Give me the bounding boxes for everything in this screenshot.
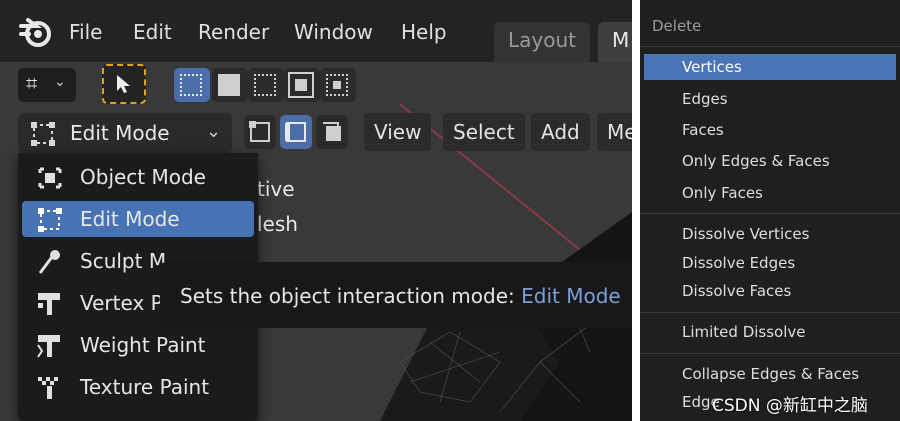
edit-mode-icon [31, 122, 55, 146]
viewport-object-label: lesh [257, 212, 298, 236]
mesh-menu-label: Me [607, 120, 632, 144]
tooltip-description: Sets the object interaction mode: [180, 284, 522, 308]
view-menu-label: View [374, 120, 422, 144]
delete-edges-item[interactable]: Edges [644, 86, 896, 112]
menu-item-label: Vertices [682, 58, 742, 76]
delete-menu: Delete Vertices Edges Faces Only Edges &… [640, 0, 900, 421]
mode-item-label: Sculpt M [80, 249, 167, 273]
menu-item-label: Only Faces [682, 184, 763, 202]
edge-select-icon [285, 122, 306, 142]
add-menu-label: Add [541, 120, 580, 144]
mode-item-label: Object Mode [80, 165, 206, 189]
texture-paint-icon [38, 377, 58, 399]
select-menu-button[interactable]: Select [443, 113, 525, 151]
csdn-watermark: CSDN @新缸中之脑 [712, 396, 868, 416]
chevron-down-icon: ⌄ [206, 121, 222, 142]
sculpt-mode-icon [38, 250, 60, 274]
pivot-icon: ⌗ [26, 71, 38, 95]
menu-edit[interactable]: Edit [133, 20, 172, 44]
select-intersect-icon [326, 74, 348, 96]
mode-dropdown[interactable]: Edit Mode ⌄ [18, 113, 232, 153]
delete-vertices-item[interactable]: Vertices [644, 54, 896, 80]
dissolve-vertices-item[interactable]: Dissolve Vertices [644, 221, 896, 247]
select-invert-button[interactable] [284, 68, 320, 102]
delete-only-faces-item[interactable]: Only Faces [644, 180, 896, 206]
select-menu-label: Select [453, 120, 515, 144]
select-new-icon [180, 74, 202, 96]
menu-item-label: Dissolve Vertices [682, 225, 810, 243]
collapse-edges-faces-item[interactable]: Collapse Edges & Faces [644, 361, 896, 387]
edge-select-button[interactable] [280, 115, 312, 149]
tab-layout[interactable]: Layout [494, 22, 590, 62]
limited-dissolve-item[interactable]: Limited Dissolve [644, 319, 896, 345]
transform-pivot-dropdown[interactable]: ⌗ ⌄ [18, 68, 76, 102]
blender-window: File Edit Render Window Help Layout M ⌗ … [0, 0, 632, 421]
menu-item-label: Only Edges & Faces [682, 152, 830, 170]
object-mode-icon [38, 167, 62, 189]
edit-mode-icon [38, 208, 62, 232]
mode-tooltip: Sets the object interaction mode: Edit M… [160, 262, 632, 328]
menu-render[interactable]: Render [198, 20, 269, 44]
delete-only-edges-faces-item[interactable]: Only Edges & Faces [644, 148, 896, 174]
blender-logo-icon[interactable] [18, 14, 54, 50]
mode-item-edit[interactable]: Edit Mode [22, 201, 254, 237]
menu-separator [640, 353, 900, 354]
select-extend-icon [218, 74, 240, 96]
dissolve-faces-item[interactable]: Dissolve Faces [644, 278, 896, 304]
vertex-select-button[interactable] [244, 115, 276, 149]
mode-item-label: Weight Paint [80, 333, 206, 357]
mesh-menu-button[interactable]: Me [597, 113, 632, 151]
mode-item-label: Texture Paint [80, 375, 210, 399]
menu-separator [640, 46, 900, 47]
cursor-arrow-icon [117, 75, 130, 93]
vertex-select-icon [249, 121, 270, 142]
top-menubar: File Edit Render Window Help Layout M [0, 0, 632, 62]
viewport-perspective-label: tive [257, 177, 295, 201]
tab-layout-label: Layout [508, 28, 576, 52]
mode-item-texture-paint[interactable]: Texture Paint [22, 369, 254, 405]
select-tool-button[interactable] [102, 64, 146, 104]
menu-item-label: Dissolve Edges [682, 254, 796, 272]
tab-modeling[interactable]: M [598, 22, 632, 62]
face-select-button[interactable] [316, 115, 348, 149]
menu-item-label: Limited Dissolve [682, 323, 806, 341]
dissolve-edges-item[interactable]: Dissolve Edges [644, 250, 896, 276]
view-menu-button[interactable]: View [364, 113, 432, 151]
tab-modeling-label: M [612, 28, 630, 52]
select-subtract-icon [254, 74, 276, 96]
menu-window[interactable]: Window [294, 20, 373, 44]
menu-separator [640, 213, 900, 214]
mode-item-label: Vertex P [80, 291, 163, 315]
select-new-button[interactable] [174, 68, 210, 102]
menu-item-label: Faces [682, 121, 724, 139]
tooltip-text: Sets the object interaction mode: Edit M… [180, 284, 621, 308]
mode-item-label: Edit Mode [80, 207, 180, 231]
mode-item-weight-paint[interactable]: Weight Paint [22, 327, 254, 363]
menu-file[interactable]: File [69, 20, 102, 44]
menu-item-label: Edges [682, 90, 728, 108]
add-menu-button[interactable]: Add [531, 113, 590, 151]
select-invert-icon [288, 72, 314, 98]
menu-item-label: Dissolve Faces [682, 282, 792, 300]
menu-separator [640, 312, 900, 313]
chevron-down-icon: ⌄ [54, 74, 66, 90]
tooltip-value: Edit Mode [521, 284, 621, 308]
select-extend-button[interactable] [212, 68, 248, 102]
delete-menu-title: Delete [652, 17, 702, 35]
mode-item-object[interactable]: Object Mode [22, 159, 254, 195]
select-subtract-button[interactable] [248, 68, 284, 102]
delete-faces-item[interactable]: Faces [644, 117, 896, 143]
face-select-icon [323, 122, 341, 141]
select-intersect-button[interactable] [320, 68, 356, 102]
vertex-paint-icon [38, 293, 60, 315]
weight-paint-icon [37, 335, 60, 358]
menu-item-label: Collapse Edges & Faces [682, 365, 860, 383]
menu-help[interactable]: Help [401, 20, 447, 44]
mode-dropdown-label: Edit Mode [70, 121, 170, 145]
image-divider [632, 0, 640, 421]
